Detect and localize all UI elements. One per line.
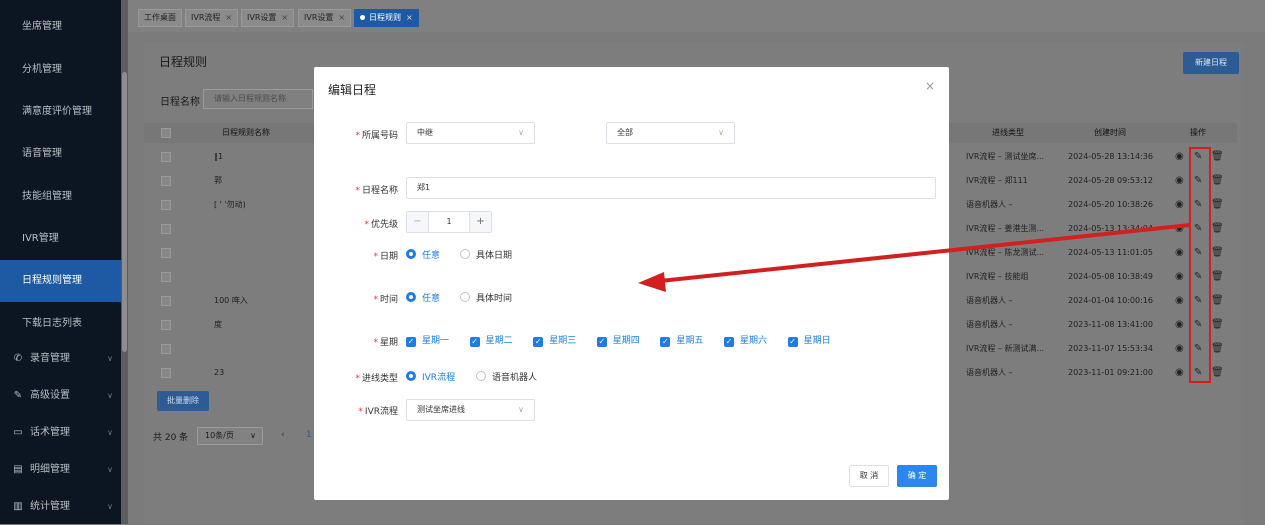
annotation-arrow (638, 223, 1191, 292)
annotation-arrow-line (659, 223, 1191, 283)
annotation-arrow-head (638, 272, 666, 292)
